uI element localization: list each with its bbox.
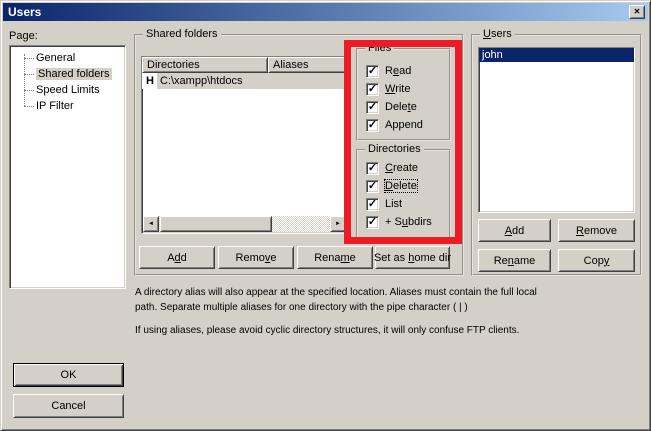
sidebar-item-shared-folders[interactable]: Shared folders (10, 66, 125, 82)
page-tree: General Shared folders Speed Limits IP F… (10, 46, 125, 114)
users-dialog: Users ✕ Page: General Shared folders Spe… (0, 0, 651, 431)
checkmark-icon: ✓ (368, 120, 377, 131)
directory-path: C:\xampp\htdocs (157, 73, 347, 89)
checkbox-append[interactable]: ✓ Append (366, 118, 423, 132)
checkmark-icon: ✓ (368, 66, 377, 77)
checkbox[interactable]: ✓ (366, 162, 379, 175)
users-listbox: john (478, 47, 635, 213)
add-user-button[interactable]: Add (478, 219, 551, 242)
remove-directory-button[interactable]: Remove (218, 246, 294, 269)
checkmark-icon: ✓ (368, 181, 377, 192)
table-row[interactable]: H C:\xampp\htdocs (142, 73, 347, 89)
close-button[interactable]: ✕ (629, 5, 645, 19)
rename-directory-button[interactable]: Rename (297, 246, 373, 269)
scroll-left-button[interactable]: ◄ (143, 216, 159, 232)
scrollbar-thumb[interactable] (160, 216, 272, 232)
copy-user-button[interactable]: Copy (558, 249, 635, 272)
list-item-user[interactable]: john (479, 48, 634, 62)
info-line-3: If using aliases, please avoid cyclic di… (135, 323, 645, 338)
directories-permissions-group: Directories ✓ Create ✓ Delete ✓ List ✓ +… (356, 149, 451, 239)
checkbox-write[interactable]: ✓ Write (366, 82, 410, 96)
checkmark-icon: ✓ (368, 163, 377, 174)
shared-folders-group-label: Shared folders (143, 28, 221, 40)
info-line-2: path. Separate multiple aliases for one … (135, 300, 645, 315)
checkbox[interactable]: ✓ (366, 65, 379, 78)
window-title: Users (3, 5, 41, 19)
checkbox-subdirs[interactable]: ✓ + Subdirs (366, 215, 432, 229)
page-listbox: General Shared folders Speed Limits IP F… (9, 45, 126, 289)
users-group-label: Users (480, 28, 515, 40)
column-header-directories[interactable]: Directories (142, 57, 268, 73)
listview-header: Directories Aliases (142, 57, 347, 73)
sidebar-item-speed-limits[interactable]: Speed Limits (10, 82, 125, 98)
checkbox[interactable]: ✓ (366, 101, 379, 114)
column-header-aliases[interactable]: Aliases (268, 57, 347, 73)
set-as-home-dir-button[interactable]: Set as home dir (375, 246, 450, 269)
add-directory-button[interactable]: Add (139, 246, 215, 269)
checkbox-create[interactable]: ✓ Create (366, 161, 418, 175)
ok-button[interactable]: OK (13, 363, 124, 387)
checkbox-list[interactable]: ✓ List (366, 197, 402, 211)
sidebar-item-ip-filter[interactable]: IP Filter (10, 98, 125, 114)
checkbox-read[interactable]: ✓ Read (366, 64, 411, 78)
remove-user-button[interactable]: Remove (558, 219, 635, 242)
directories-listview: Directories Aliases H C:\xampp\htdocs ◄ … (141, 56, 348, 234)
horizontal-scrollbar[interactable]: ◄ ► (143, 216, 346, 232)
alias-info-text: A directory alias will also appear at th… (135, 285, 645, 338)
cancel-button[interactable]: Cancel (13, 394, 124, 418)
checkbox[interactable]: ✓ (366, 198, 379, 211)
page-label: Page: (9, 30, 38, 42)
scroll-right-button[interactable]: ► (330, 216, 346, 232)
home-flag: H (142, 73, 157, 89)
scroll-right-icon: ► (335, 221, 341, 227)
files-permissions-group: Files ✓ Read ✓ Write ✓ Delete ✓ Append (356, 48, 451, 141)
files-group-label: Files (365, 42, 394, 54)
checkmark-icon: ✓ (368, 199, 377, 210)
close-icon: ✕ (634, 8, 641, 16)
checkbox[interactable]: ✓ (366, 180, 379, 193)
checkmark-icon: ✓ (368, 102, 377, 113)
checkbox[interactable]: ✓ (366, 83, 379, 96)
checkbox-delete-file[interactable]: ✓ Delete (366, 100, 417, 114)
rename-user-button[interactable]: Rename (478, 249, 551, 272)
scroll-left-icon: ◄ (148, 221, 154, 227)
info-line-1: A directory alias will also appear at th… (135, 285, 645, 300)
sidebar-item-general[interactable]: General (10, 50, 125, 66)
checkbox[interactable]: ✓ (366, 216, 379, 229)
checkmark-icon: ✓ (368, 84, 377, 95)
checkbox-delete-dir[interactable]: ✓ Delete (366, 179, 417, 193)
checkbox[interactable]: ✓ (366, 119, 379, 132)
directories-group-label: Directories (365, 143, 424, 155)
title-bar[interactable]: Users ✕ (3, 3, 648, 21)
checkmark-icon: ✓ (368, 217, 377, 228)
